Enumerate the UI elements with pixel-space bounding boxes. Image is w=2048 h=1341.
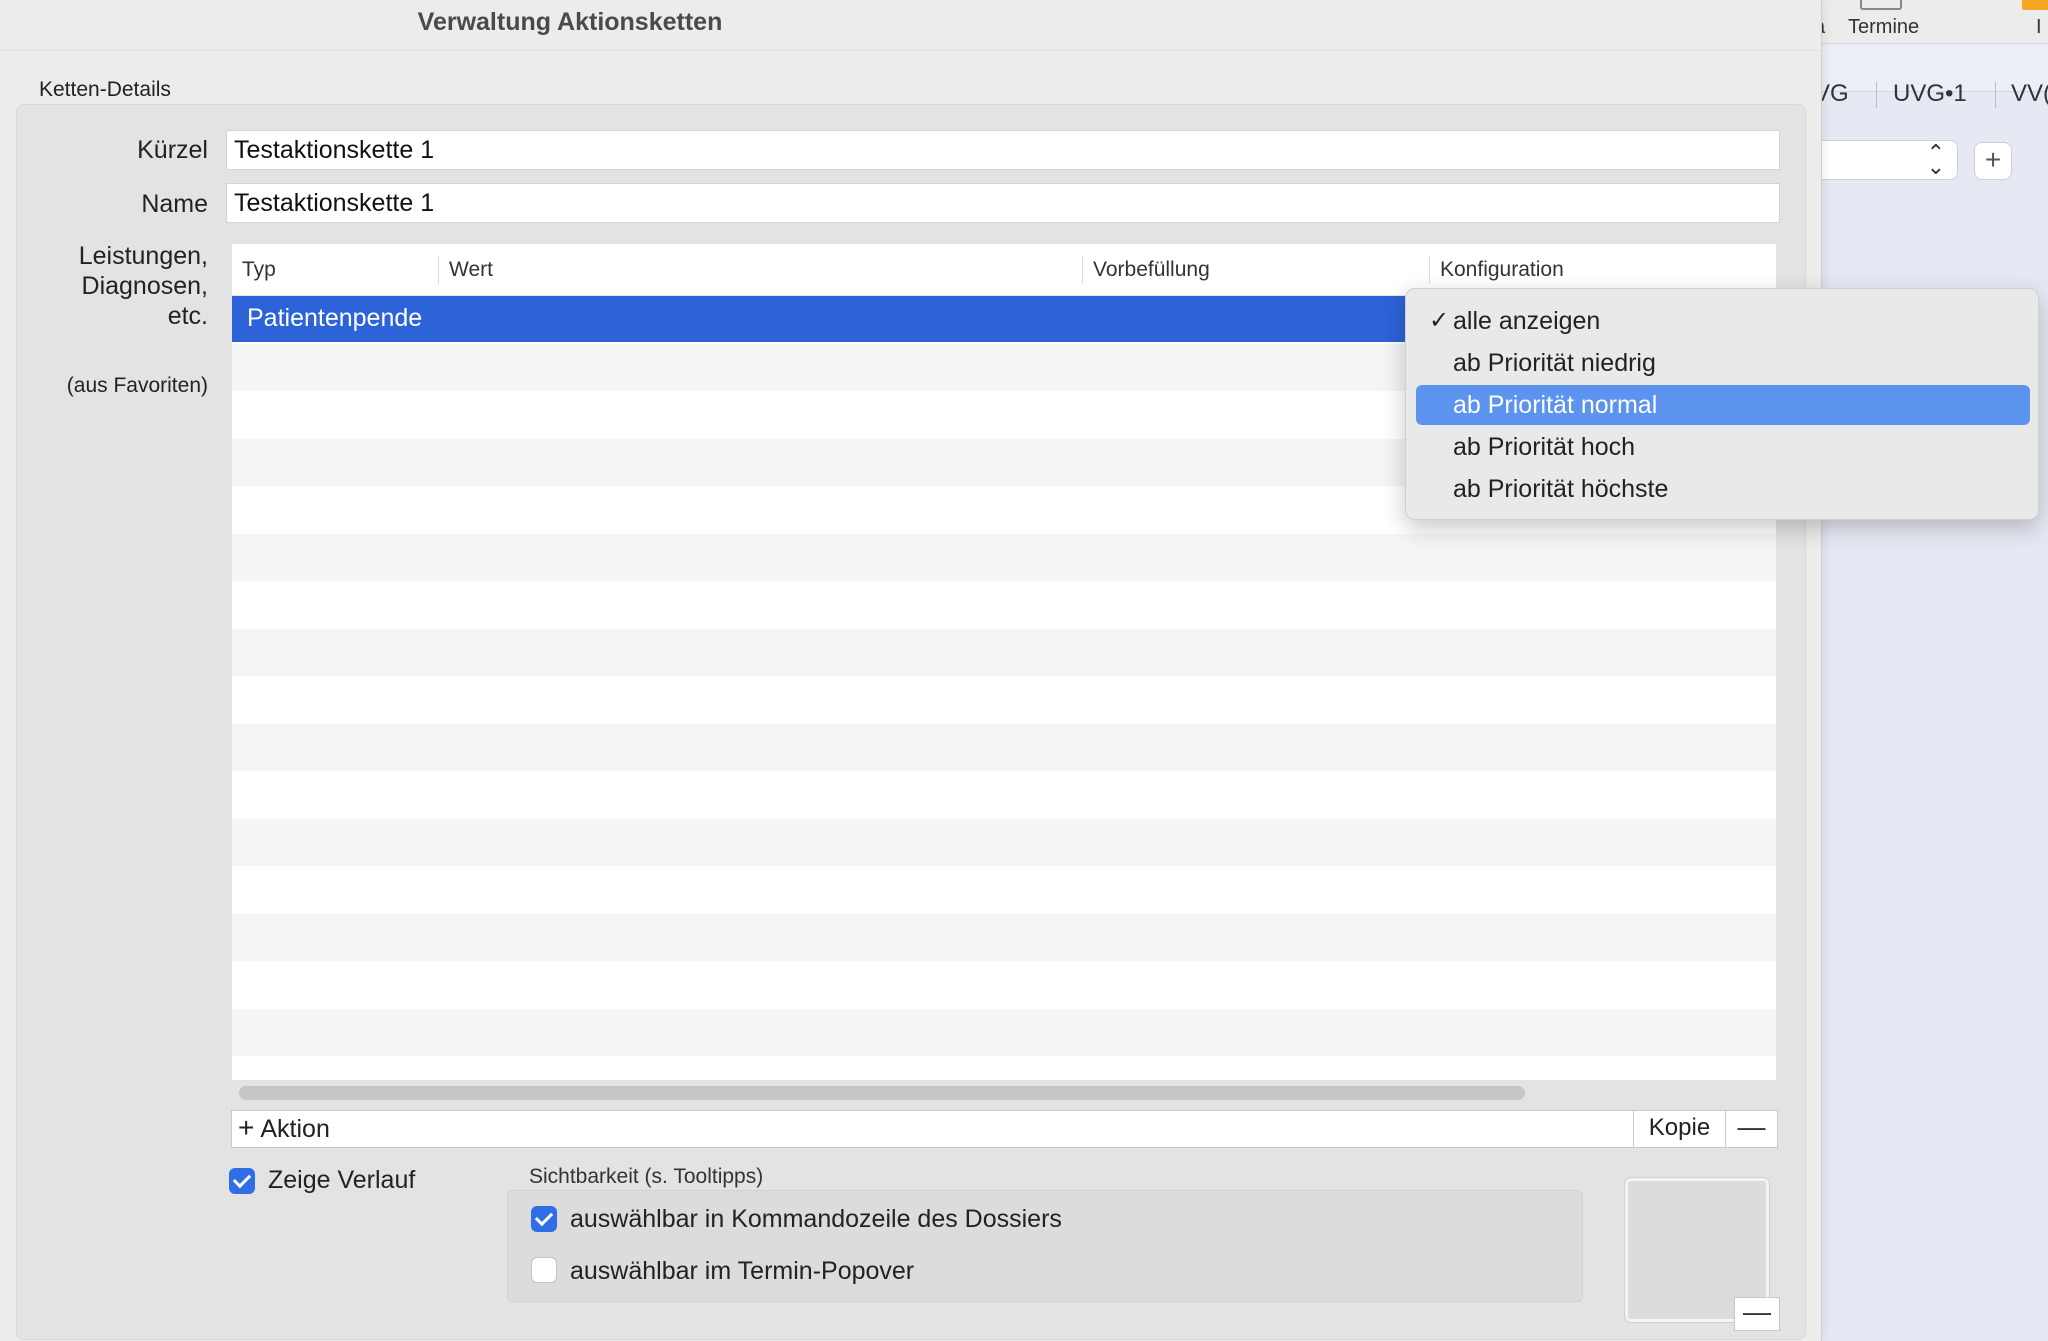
aktionsketten-sheet: Verwaltung Aktionsketten Ketten-Details … bbox=[0, 0, 1822, 1341]
copy-button[interactable]: Kopie bbox=[1634, 1111, 1726, 1147]
calendar-icon[interactable] bbox=[1860, 0, 1902, 10]
dropdown-item-label: ab Priorität höchste bbox=[1453, 475, 1669, 503]
remove-action-button[interactable]: — bbox=[1726, 1111, 1777, 1147]
table-row[interactable] bbox=[232, 866, 1776, 914]
toolbar-item-more[interactable]: I bbox=[2036, 16, 2042, 39]
table-row[interactable] bbox=[232, 818, 1776, 866]
background-tab[interactable]: UVG•1 bbox=[1893, 80, 1967, 108]
kuerzel-input[interactable]: Testaktionskette 1 bbox=[226, 130, 1780, 170]
kommandozeile-checkbox[interactable] bbox=[531, 1206, 557, 1232]
kuerzel-label: Kürzel bbox=[137, 136, 208, 164]
table-row[interactable] bbox=[232, 913, 1776, 961]
dropdown-item[interactable]: ✓ alle anzeigen bbox=[1416, 301, 2030, 341]
cell-typ: Patientenpende bbox=[247, 304, 423, 332]
table-row[interactable] bbox=[232, 723, 1776, 771]
checkmark-icon: ✓ bbox=[1429, 307, 1450, 334]
table-row[interactable] bbox=[232, 581, 1776, 629]
background-app-window: a Termine I VGUVG•1VV( ⌃⌄ + bbox=[1800, 0, 2048, 1341]
group-label: Ketten-Details bbox=[39, 78, 171, 101]
add-action-button[interactable]: + Aktion bbox=[232, 1111, 1634, 1147]
verlauf-label[interactable]: Zeige Verlauf bbox=[268, 1166, 415, 1195]
horizontal-scrollbar[interactable] bbox=[239, 1086, 1525, 1100]
column-header-typ[interactable]: Typ bbox=[242, 258, 276, 282]
table-row[interactable] bbox=[232, 771, 1776, 819]
tab-divider bbox=[1876, 82, 1877, 108]
verlauf-checkbox[interactable] bbox=[229, 1168, 255, 1194]
column-divider[interactable] bbox=[1082, 256, 1083, 284]
dropdown-item[interactable]: ab Priorität normal bbox=[1416, 385, 2030, 425]
toolbar-item-termine[interactable]: Termine bbox=[1848, 16, 1919, 39]
toolbar-orange-icon[interactable] bbox=[2022, 0, 2048, 10]
leistungen-label: Leistungen, Diagnosen, etc. bbox=[79, 241, 208, 331]
kommandozeile-label[interactable]: auswählbar in Kommandozeile des Dossiers bbox=[570, 1205, 1062, 1234]
favoriten-label: (aus Favoriten) bbox=[66, 374, 208, 397]
dropdown-item[interactable]: ab Priorität niedrig bbox=[1416, 343, 2030, 383]
background-add-button[interactable]: + bbox=[1974, 142, 2012, 180]
dropdown-item-label: alle anzeigen bbox=[1453, 307, 1601, 335]
leistungen-label-line: Diagnosen, bbox=[81, 272, 208, 300]
name-input[interactable]: Testaktionskette 1 bbox=[226, 183, 1780, 223]
background-tab-bar: VG UVG•1 VV( bbox=[1800, 44, 2048, 108]
termin-popover-checkbox[interactable] bbox=[531, 1257, 557, 1283]
sichtbarkeit-label: Sichtbarkeit (s. Tooltipps) bbox=[529, 1165, 764, 1188]
dropdown-item-label: ab Priorität normal bbox=[1453, 391, 1658, 419]
add-action-label: Aktion bbox=[260, 1115, 330, 1143]
table-row[interactable] bbox=[232, 533, 1776, 581]
termin-popover-label[interactable]: auswählbar im Termin-Popover bbox=[570, 1257, 914, 1286]
table-row[interactable] bbox=[232, 1008, 1776, 1056]
leistungen-label-line: etc. bbox=[167, 302, 208, 330]
column-header-konfiguration[interactable]: Konfiguration bbox=[1440, 258, 1564, 282]
background-select[interactable]: ⌃ ⌄ bbox=[1800, 140, 1958, 180]
column-divider[interactable] bbox=[1429, 256, 1430, 284]
table-row[interactable] bbox=[232, 676, 1776, 724]
column-header-vorbefuellung[interactable]: Vorbefüllung bbox=[1093, 258, 1210, 282]
column-divider[interactable] bbox=[438, 256, 439, 284]
action-bar: + Aktion Kopie — bbox=[231, 1110, 1778, 1148]
background-toolbar: a Termine I bbox=[1800, 0, 2048, 44]
konfiguration-dropdown-menu: ✓ alle anzeigen ab Priorität niedrig ab Pri… bbox=[1405, 288, 2039, 520]
up-down-chevron-icon: ⌃ ⌄ bbox=[1926, 140, 1945, 179]
leistungen-label-line: Leistungen, bbox=[78, 242, 208, 270]
dropdown-item-label: ab Priorität niedrig bbox=[1453, 349, 1656, 377]
dropdown-item[interactable]: ab Priorität höchste bbox=[1416, 469, 2030, 509]
titlebar-divider bbox=[0, 50, 1822, 51]
column-header-wert[interactable]: Wert bbox=[449, 258, 493, 282]
tab-divider bbox=[1995, 82, 1996, 108]
window-title: Verwaltung Aktionsketten bbox=[417, 8, 723, 36]
name-label: Name bbox=[141, 190, 208, 218]
table-row[interactable] bbox=[232, 961, 1776, 1009]
table-row[interactable] bbox=[232, 628, 1776, 676]
plus-icon: + bbox=[238, 1112, 255, 1143]
image-well-remove-button[interactable]: — bbox=[1734, 1297, 1780, 1331]
background-tab[interactable]: VV( bbox=[2011, 80, 2048, 108]
dropdown-item[interactable]: ab Priorität hoch bbox=[1416, 427, 2030, 467]
dropdown-item-label: ab Priorität hoch bbox=[1453, 433, 1636, 461]
